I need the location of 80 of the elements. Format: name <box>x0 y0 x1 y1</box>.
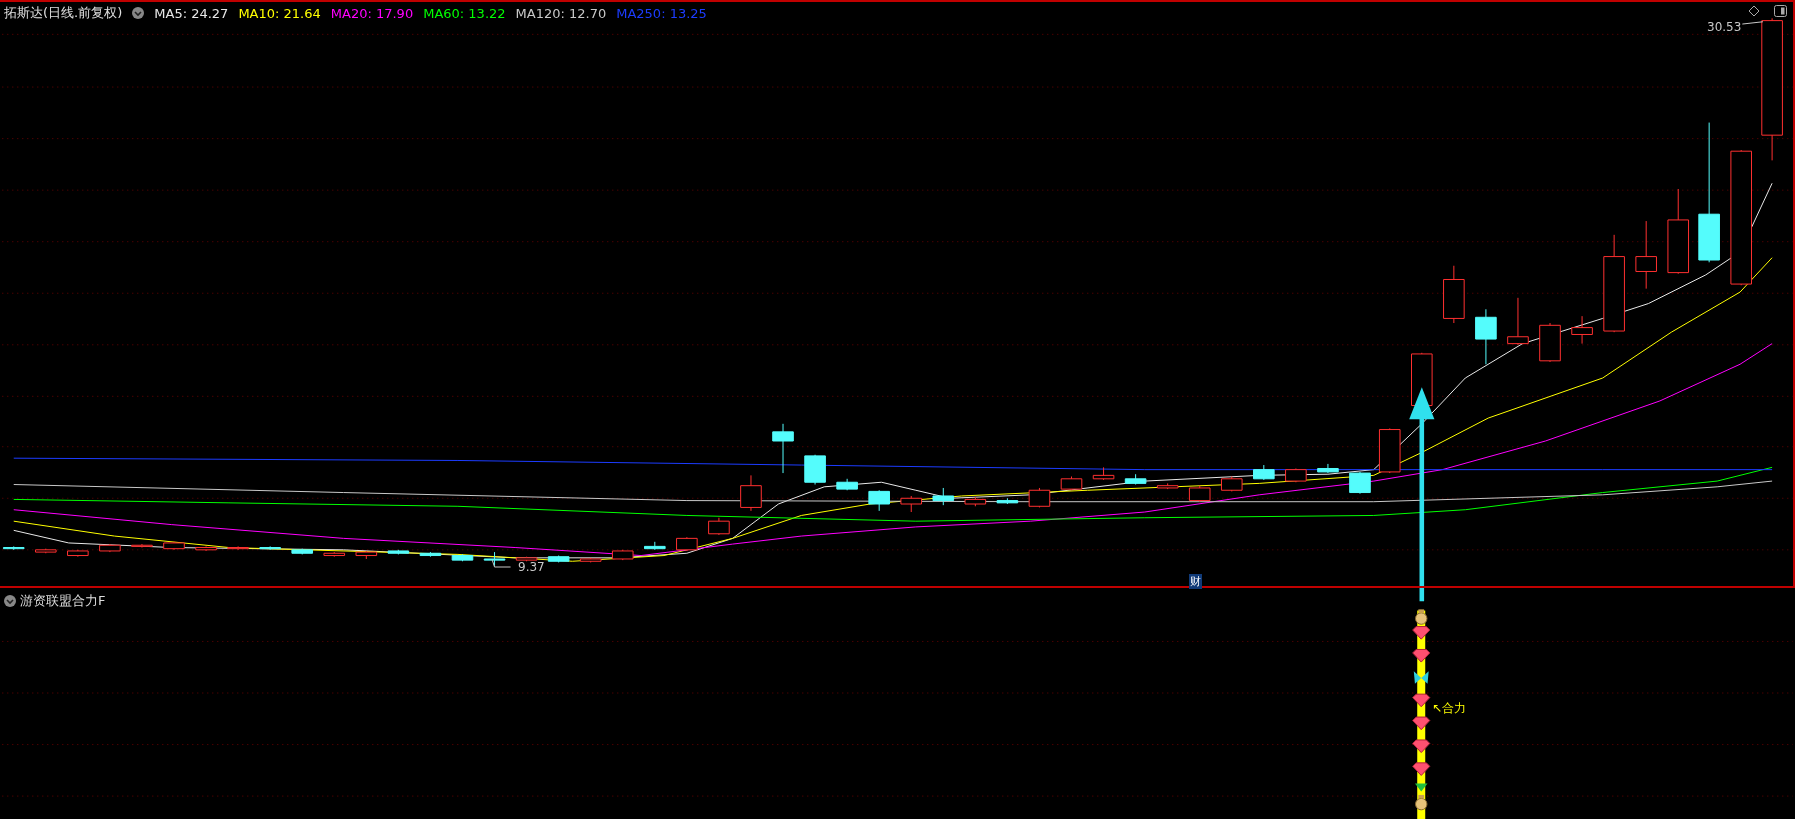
candlestick <box>1124 473 1147 486</box>
high-price-label: 30.53 <box>1707 20 1742 34</box>
ma-legend-item: MA5: 24.27 <box>154 5 229 21</box>
candlestick <box>1475 308 1497 365</box>
candlestick <box>259 545 281 551</box>
candlestick <box>1028 487 1051 508</box>
candlestick <box>644 541 666 551</box>
chevron-down-icon[interactable] <box>132 7 145 19</box>
gem-icon <box>1412 739 1431 754</box>
candlestick <box>35 548 57 554</box>
candlestick <box>547 555 570 563</box>
up-arrow-icon <box>1409 387 1435 602</box>
candlestick <box>868 489 890 512</box>
candlestick <box>1349 471 1371 495</box>
candlestick <box>1092 466 1115 481</box>
chevron-down-icon[interactable] <box>4 595 16 607</box>
ma-legend-item: MA10: 21.64 <box>238 5 321 21</box>
candlestick <box>836 478 858 491</box>
gem-icon <box>1412 626 1431 640</box>
candlestick <box>1539 322 1561 363</box>
candlestick <box>1635 220 1657 290</box>
butterfly-icon <box>1413 671 1429 684</box>
candlestick <box>708 517 730 536</box>
candlestick <box>676 536 698 552</box>
candlestick <box>964 496 987 507</box>
candlestick <box>163 541 185 551</box>
candlestick <box>611 549 634 561</box>
candlestick <box>483 551 506 567</box>
candlestick <box>1443 265 1465 324</box>
candlestick <box>772 423 794 474</box>
candlestick <box>1378 427 1401 474</box>
finance-event-badge[interactable]: 财 <box>1189 574 1202 589</box>
candlestick <box>932 487 955 506</box>
gem-icon <box>1412 762 1431 776</box>
candlestick <box>1220 476 1243 492</box>
candlestick <box>804 454 826 486</box>
candlestick <box>900 495 923 513</box>
candlestick <box>1411 352 1433 408</box>
money-bag-icon <box>1415 794 1428 811</box>
candlestick <box>99 543 121 553</box>
chart-title: 拓斯达(日线.前复权) <box>4 4 123 22</box>
indicator-title: 游资联盟合力F <box>20 592 106 610</box>
candlestick <box>195 545 217 552</box>
ma-legend-item: MA120: 12.70 <box>515 5 607 21</box>
signal-label: ↖合力 <box>1432 700 1467 717</box>
candlestick <box>740 474 762 512</box>
candlestick <box>996 497 1019 505</box>
ma-legend-item: MA250: 13.25 <box>616 5 707 21</box>
candlestick <box>355 550 378 560</box>
gem-icon <box>1412 648 1431 663</box>
money-bag-icon <box>1415 609 1428 625</box>
candlestick <box>1156 482 1179 490</box>
leader-line <box>491 559 512 568</box>
candlestick <box>323 551 346 558</box>
diamond-icon[interactable] <box>1748 5 1760 17</box>
ma-legend-item: MA20: 17.90 <box>330 5 414 21</box>
gem-icon <box>1412 716 1431 731</box>
candlestick <box>579 557 602 563</box>
candlestick <box>451 553 474 562</box>
candlestick <box>291 548 313 555</box>
candlestick <box>1285 468 1307 483</box>
candlestick <box>67 549 89 558</box>
candlestick <box>1188 485 1211 503</box>
candlestick <box>1253 464 1275 481</box>
leader-line <box>1741 21 1764 25</box>
gem-icon <box>1412 693 1431 708</box>
candlestick <box>515 556 538 562</box>
panel-toggle-icon[interactable] <box>1774 5 1787 17</box>
low-price-label: 9.37 <box>518 560 545 574</box>
candlestick <box>1317 463 1339 474</box>
candlestick <box>387 549 410 555</box>
candlestick <box>1507 297 1529 346</box>
candlestick <box>227 545 249 551</box>
arrow-down-icon <box>1414 783 1428 792</box>
ma-legend-item: MA60: 13.22 <box>423 5 506 21</box>
candlestick <box>2 545 25 551</box>
candlestick <box>1060 476 1083 491</box>
candlestick <box>419 551 442 558</box>
candlestick <box>131 543 153 549</box>
candlestick <box>1571 315 1593 345</box>
